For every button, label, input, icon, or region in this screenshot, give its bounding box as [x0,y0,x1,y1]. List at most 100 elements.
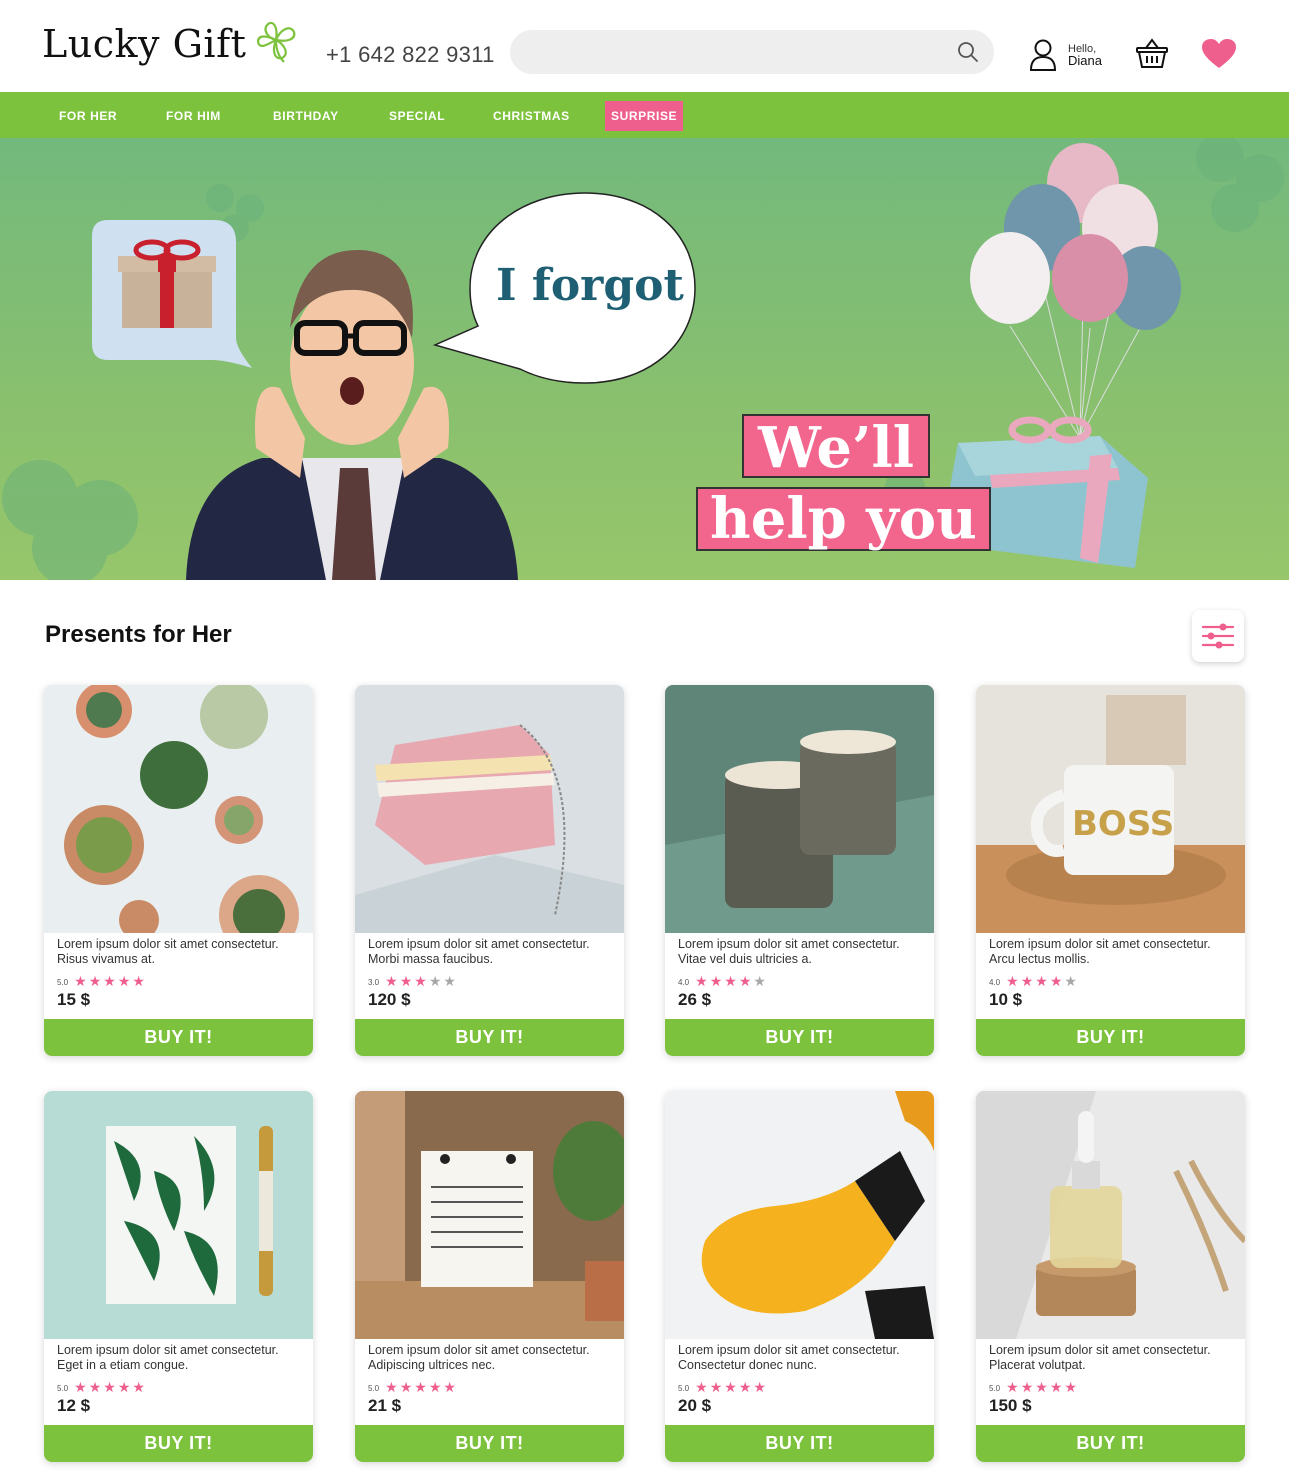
search-icon[interactable] [956,40,980,64]
speech-bubble-text: I forgot [496,260,684,311]
product-image-succulents[interactable] [44,685,313,933]
star-rating: ★ ★ ★ ★ ★ [74,1380,145,1394]
product-price: 150 $ [989,1396,1032,1415]
star-filled-icon: ★ [103,973,116,989]
hero-tagline-line1: We’ll [742,414,930,480]
product-image-desk-calendar[interactable] [355,1091,624,1339]
star-filled-icon: ★ [724,1379,737,1395]
phone-number[interactable]: +1 642 822 9311 [326,42,495,68]
star-filled-icon: ★ [385,1379,398,1395]
product-description: Lorem ipsum dolor sit amet consectetur. … [368,937,590,966]
product-rating: 5.0 ★ ★ ★ ★ ★ [57,1380,145,1394]
nav-item-surprise[interactable]: SURPRISE [605,101,684,131]
logo[interactable]: Lucky Gift [42,21,298,66]
product-image-notebook-pen[interactable] [44,1091,313,1339]
hero-tagline-line2: help you [696,487,991,551]
star-rating: ★ ★ ★ ★ ★ [385,974,456,988]
product-price: 15 $ [57,990,91,1009]
star-filled-icon: ★ [695,973,708,989]
search-bar [510,30,994,74]
star-empty-icon: ★ [1064,973,1077,989]
product-card[interactable]: Lorem ipsum dolor sit amet consectetur. … [665,1091,934,1462]
buy-button[interactable]: BUY IT! [976,1425,1245,1462]
star-rating: ★ ★ ★ ★ ★ [695,974,766,988]
star-filled-icon: ★ [1006,1379,1019,1395]
hero-banner[interactable]: I forgot We’ll help you [0,138,1289,580]
product-rating: 4.0 ★ ★ ★ ★ ★ [678,974,766,988]
product-description: Lorem ipsum dolor sit amet consectetur. … [989,1343,1211,1372]
svg-text:BOSS: BOSS [1072,804,1174,844]
product-card[interactable]: Lorem ipsum dolor sit amet consectetur. … [44,1091,313,1462]
star-filled-icon: ★ [738,1379,752,1395]
buy-button[interactable]: BUY IT! [44,1425,313,1462]
star-rating: ★ ★ ★ ★ ★ [74,974,145,988]
user-account[interactable]: Hello, Diana [1028,38,1102,72]
product-card[interactable]: Lorem ipsum dolor sit amet consectetur. … [976,1091,1245,1462]
basket-icon[interactable] [1135,38,1169,70]
product-price: 20 $ [678,1396,712,1415]
star-filled-icon: ★ [88,973,102,989]
buy-button[interactable]: BUY IT! [355,1425,624,1462]
nav-item-christmas[interactable]: CHRISTMAS [493,101,570,131]
buy-button[interactable]: BUY IT! [665,1425,934,1462]
star-empty-icon: ★ [753,973,766,989]
product-image-boss-mug[interactable]: BOSS [976,685,1245,933]
category-nav: FOR HER FOR HIM BIRTHDAY SPECIAL CHRISTM… [0,92,1289,138]
product-image-serum-bottle[interactable] [976,1091,1245,1339]
star-filled-icon: ★ [132,973,145,989]
rating-value: 5.0 [57,978,69,987]
header: Lucky Gift +1 642 822 9311 Hello, Diana [0,0,1289,92]
star-filled-icon: ★ [753,1379,766,1395]
star-filled-icon: ★ [1035,973,1048,989]
star-filled-icon: ★ [1064,1379,1077,1395]
rating-value: 5.0 [678,1384,690,1393]
buy-button[interactable]: BUY IT! [976,1019,1245,1056]
product-card[interactable]: Lorem ipsum dolor sit amet consectetur. … [44,685,313,1056]
balloons-illustration [970,143,1181,439]
star-filled-icon: ★ [399,973,413,989]
product-price: 21 $ [368,1396,402,1415]
star-filled-icon: ★ [695,1379,708,1395]
nav-item-birthday[interactable]: BIRTHDAY [273,101,339,131]
star-filled-icon: ★ [1049,1379,1063,1395]
star-filled-icon: ★ [1049,973,1063,989]
star-filled-icon: ★ [385,973,398,989]
product-description: Lorem ipsum dolor sit amet consectetur. … [678,937,900,966]
product-price: 120 $ [368,990,411,1009]
nav-item-special[interactable]: SPECIAL [389,101,445,131]
search-input[interactable] [510,30,994,74]
star-filled-icon: ★ [1020,973,1034,989]
product-price: 12 $ [57,1396,91,1415]
star-filled-icon: ★ [738,973,752,989]
filter-sliders-icon [1201,623,1235,649]
filter-button[interactable] [1192,610,1244,662]
product-rating: 5.0 ★ ★ ★ ★ ★ [368,1380,456,1394]
nav-item-for-her[interactable]: FOR HER [59,101,117,131]
product-rating: 5.0 ★ ★ ★ ★ ★ [57,974,145,988]
product-description: Lorem ipsum dolor sit amet consectetur. … [678,1343,900,1372]
product-image-candles[interactable] [665,685,934,933]
product-rating: 5.0 ★ ★ ★ ★ ★ [678,1380,766,1394]
star-rating: ★ ★ ★ ★ ★ [385,1380,456,1394]
star-filled-icon: ★ [709,1379,723,1395]
rating-value: 4.0 [989,978,1001,987]
star-filled-icon: ★ [724,973,737,989]
nav-item-for-him[interactable]: FOR HIM [166,101,221,131]
star-filled-icon: ★ [103,1379,116,1395]
heart-icon[interactable] [1201,38,1237,70]
product-card[interactable]: BOSS Lorem ipsum dolor sit amet consecte… [976,685,1245,1056]
hero-illustration [2,138,1284,580]
buy-button[interactable]: BUY IT! [44,1019,313,1056]
product-image-pink-bag[interactable] [355,685,624,933]
star-filled-icon: ★ [117,1379,131,1395]
star-filled-icon: ★ [117,973,131,989]
rating-value: 5.0 [368,1384,380,1393]
product-card[interactable]: Lorem ipsum dolor sit amet consectetur. … [355,1091,624,1462]
star-filled-icon: ★ [74,973,87,989]
buy-button[interactable]: BUY IT! [665,1019,934,1056]
product-card[interactable]: Lorem ipsum dolor sit amet consectetur. … [355,685,624,1056]
buy-button[interactable]: BUY IT! [355,1019,624,1056]
product-image-yellow-gloves[interactable] [665,1091,934,1339]
product-card[interactable]: Lorem ipsum dolor sit amet consectetur. … [665,685,934,1056]
rating-value: 3.0 [368,978,380,987]
